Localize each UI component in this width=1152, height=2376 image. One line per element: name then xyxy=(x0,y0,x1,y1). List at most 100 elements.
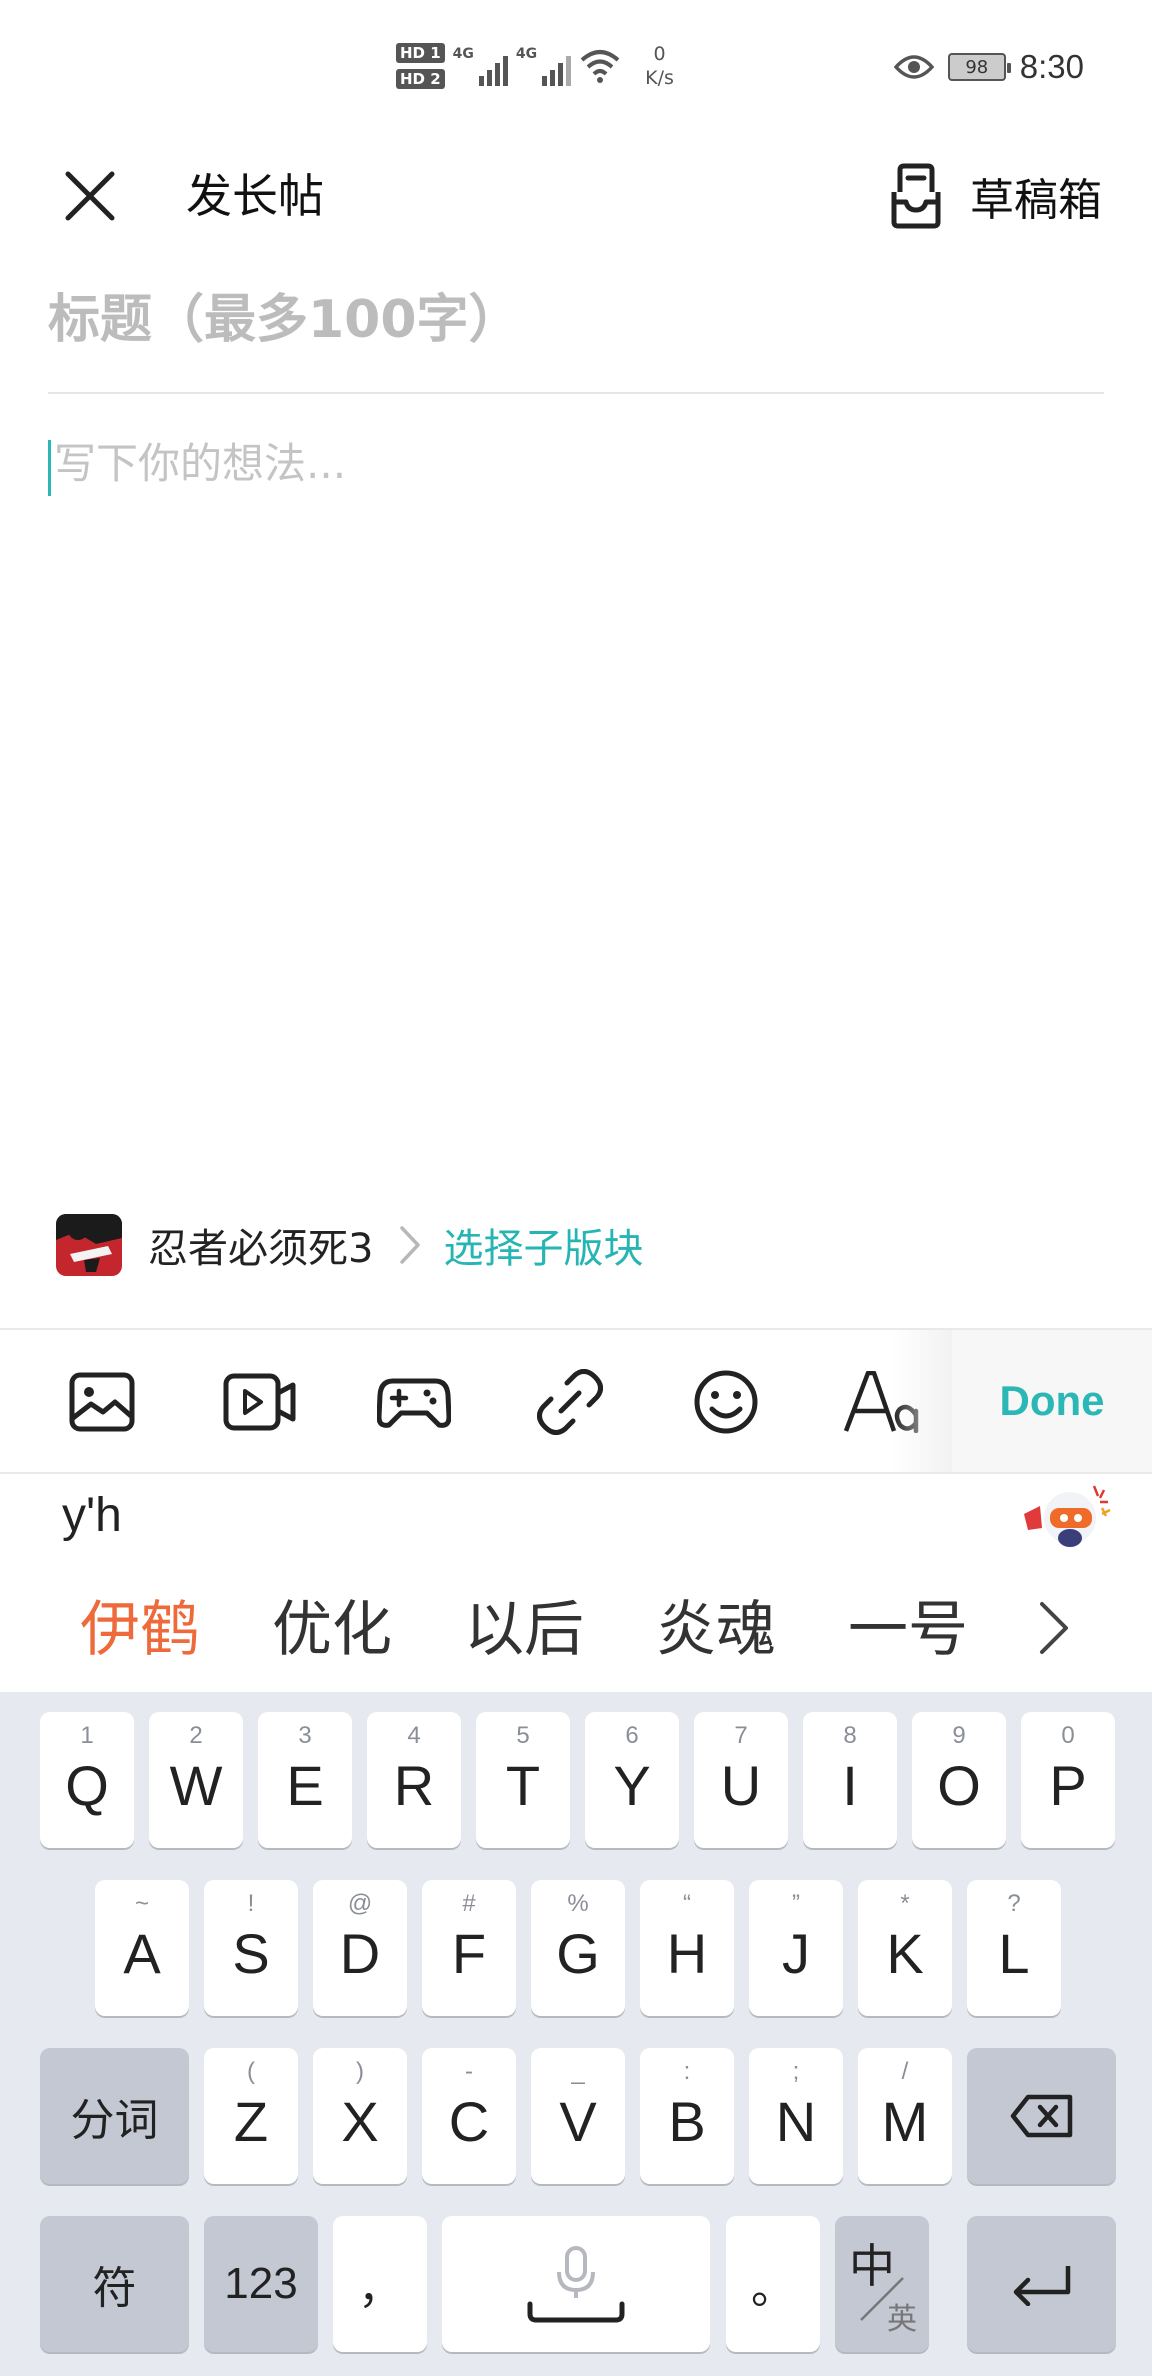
insert-video-button[interactable] xyxy=(222,1364,298,1440)
candidate-item[interactable]: 优化 xyxy=(272,1581,392,1668)
language-toggle-key[interactable]: 中 英 xyxy=(835,2216,929,2352)
key-label: M xyxy=(881,2089,929,2153)
speed-value: 0 xyxy=(653,43,666,65)
key-hint: 4 xyxy=(407,1722,421,1749)
forum-selector[interactable]: 忍者必须死3 选择子版块 xyxy=(56,1210,643,1280)
key-label: A xyxy=(123,1921,161,1985)
key-hint: % xyxy=(567,1890,589,1917)
comma-key[interactable]: ， xyxy=(333,2216,427,2352)
key-hint: 0 xyxy=(1061,1722,1075,1749)
key-hint: - xyxy=(465,2058,473,2085)
symbols-key[interactable]: 符 xyxy=(40,2216,189,2352)
key-hint: ? xyxy=(1007,1890,1021,1917)
key-x[interactable]: ) X xyxy=(313,2048,407,2184)
key-label: F xyxy=(451,1921,487,1985)
candidate-item[interactable]: 炎魂 xyxy=(656,1581,776,1668)
candidate-item[interactable]: 以后 xyxy=(464,1581,584,1668)
eye-icon xyxy=(893,55,934,79)
key-label: G xyxy=(556,1921,600,1985)
enter-icon xyxy=(1013,2266,1070,2306)
forum-logo xyxy=(56,1214,122,1276)
wifi-icon xyxy=(580,50,620,83)
key-w[interactable]: 2W xyxy=(149,1712,243,1848)
key-c[interactable]: -C xyxy=(422,2048,516,2184)
close-button[interactable] xyxy=(58,164,122,228)
ime-mascot-icon[interactable] xyxy=(1018,1480,1114,1560)
hd2-badge: HD 2 xyxy=(396,69,445,89)
key-o[interactable]: 9O xyxy=(912,1712,1006,1848)
body-field xyxy=(48,430,1104,1130)
backspace-key[interactable] xyxy=(967,2048,1116,2184)
done-button[interactable]: Done xyxy=(952,1330,1152,1472)
key-label: V xyxy=(559,2089,597,2153)
key-e[interactable]: 3E xyxy=(258,1712,352,1848)
key-u[interactable]: 7U xyxy=(694,1712,788,1848)
key-b[interactable]: :B xyxy=(640,2048,734,2184)
key-l[interactable]: ? L xyxy=(967,1880,1061,2016)
drafts-button[interactable]: 草稿箱 xyxy=(886,156,1102,236)
key-y[interactable]: 6Y xyxy=(585,1712,679,1848)
body-input[interactable] xyxy=(48,430,1104,1130)
key-n[interactable]: ; N xyxy=(749,2048,843,2184)
text-caret xyxy=(48,440,51,496)
key-g[interactable]: % G xyxy=(531,1880,625,2016)
insert-emoji-button[interactable] xyxy=(688,1364,764,1440)
key-p[interactable]: 0P xyxy=(1021,1712,1115,1848)
key-label: Z xyxy=(233,2089,269,2153)
period-key[interactable]: 。 xyxy=(726,2216,820,2352)
key-h[interactable]: “H xyxy=(640,1880,734,2016)
key-label: U xyxy=(720,1753,762,1817)
key-i[interactable]: 8I xyxy=(803,1712,897,1848)
key-f[interactable]: # F xyxy=(422,1880,516,2016)
space-key[interactable] xyxy=(442,2216,710,2352)
ime-candidate-bar: y'h 伊鹤 优化 以后 炎魂 一号 xyxy=(0,1474,1152,1692)
key-label: P xyxy=(1049,1753,1087,1817)
key-label: C xyxy=(448,2089,490,2153)
title-input[interactable] xyxy=(48,280,1104,360)
key-j[interactable]: ” J xyxy=(749,1880,843,2016)
insert-game-button[interactable] xyxy=(376,1364,452,1440)
chevron-right-icon xyxy=(400,1226,421,1264)
key-label: N xyxy=(775,2089,817,2153)
enter-key[interactable] xyxy=(967,2216,1116,2352)
key-label: 分词 xyxy=(70,2095,159,2146)
key-label: J xyxy=(782,1921,810,1985)
link-icon xyxy=(537,1369,603,1435)
key-r[interactable]: 4R xyxy=(367,1712,461,1848)
candidate-item[interactable]: 伊鹤 xyxy=(80,1581,200,1668)
key-label: R xyxy=(393,1753,435,1817)
key-label: 英 xyxy=(887,2302,917,2337)
key-s[interactable]: ! S xyxy=(204,1880,298,2016)
key-q[interactable]: 1Q xyxy=(40,1712,134,1848)
key-d[interactable]: @ D xyxy=(313,1880,407,2016)
chevron-right-icon[interactable] xyxy=(1028,1598,1078,1658)
key-a[interactable]: ~ A xyxy=(95,1880,189,2016)
key-hint: 5 xyxy=(516,1722,530,1749)
key-hint: ) xyxy=(356,2058,364,2085)
key-hint: 3 xyxy=(298,1722,312,1749)
key-z[interactable]: (Z xyxy=(204,2048,298,2184)
insert-link-button[interactable] xyxy=(532,1364,608,1440)
key-label: 123 xyxy=(224,2259,298,2308)
key-hint: * xyxy=(900,1890,910,1917)
key-hint: @ xyxy=(347,1890,373,1917)
insert-image-button[interactable] xyxy=(64,1364,140,1440)
image-icon xyxy=(69,1372,135,1432)
sim2-network-type: 4G xyxy=(515,46,538,62)
key-label: S xyxy=(232,1921,270,1985)
key-label: W xyxy=(169,1753,223,1817)
key-t[interactable]: 5T xyxy=(476,1712,570,1848)
candidate-item[interactable]: 一号 xyxy=(848,1581,968,1668)
key-hint: 9 xyxy=(952,1722,966,1749)
network-speed: 0 K/s xyxy=(645,42,674,90)
key-k[interactable]: * K xyxy=(858,1880,952,2016)
key-label: 符 xyxy=(92,2263,137,2314)
numbers-key[interactable]: 123 xyxy=(204,2216,318,2352)
key-label: ， xyxy=(358,2263,402,2314)
key-hint: ; xyxy=(792,2058,800,2085)
segment-key[interactable]: 分词 xyxy=(40,2048,189,2184)
select-subforum-link[interactable]: 选择子版块 xyxy=(443,1216,643,1274)
key-m[interactable]: / M xyxy=(858,2048,952,2184)
key-v[interactable]: _ V xyxy=(531,2048,625,2184)
emoji-icon xyxy=(694,1370,758,1434)
